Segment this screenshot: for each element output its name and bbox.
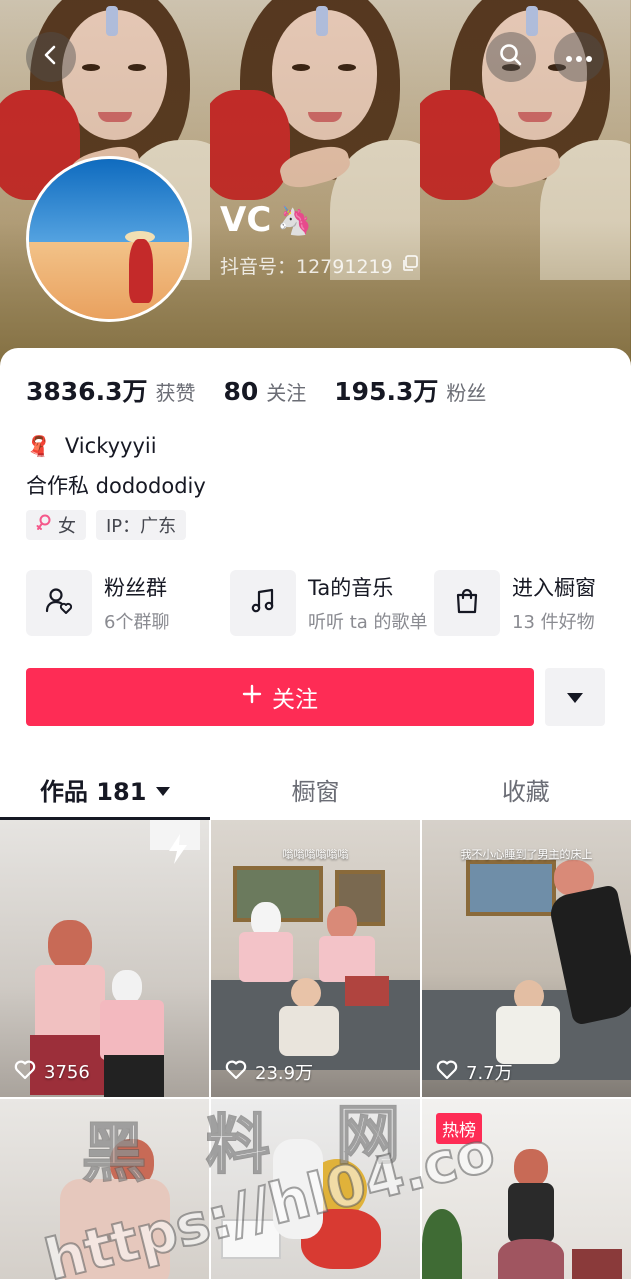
video-grid: 3756 嗡嗡嗡嗡嗡嗡 23.9万 我不小心睡到了男主的床上 7.7万 热榜 (0, 820, 631, 1280)
profile-tags: 女 IP：广东 (26, 510, 187, 540)
heart-outline-icon (436, 1060, 458, 1085)
profile-tabs: 作品 181 橱窗 收藏 (0, 758, 631, 820)
gender-text: 女 (58, 516, 76, 537)
bio-line: 🧣 Vickyyyii (26, 434, 157, 458)
female-icon (36, 514, 52, 537)
tab-label: 作品 181 (39, 777, 147, 806)
tab-works[interactable]: 作品 181 (0, 758, 211, 820)
caret-down-icon (567, 688, 583, 707)
feature-row: 粉丝群 6个群聊 Ta的音乐 听听 ta 的歌单 进入橱窗 13 件好物 (26, 570, 631, 636)
video-thumbnail[interactable]: 嗡嗡嗡嗡嗡嗡 23.9万 (211, 820, 420, 1097)
feature-subtitle: 听听 ta 的歌单 (308, 612, 428, 633)
search-icon (498, 42, 524, 72)
likes-count: 3836.3万 (26, 377, 148, 406)
more-options-button[interactable] (554, 32, 604, 82)
following-count[interactable]: 80 (223, 377, 258, 406)
music-entry[interactable]: Ta的音乐 听听 ta 的歌单 (230, 570, 434, 636)
plus-icon (242, 684, 262, 710)
search-button[interactable] (486, 32, 536, 82)
gender-tag: 女 (26, 510, 86, 540)
profile-name: VC 🦄 (220, 200, 312, 240)
stats-row: 3836.3万 获赞 80 关注 195.3万 粉丝 (26, 372, 514, 408)
shopping-bag-icon (452, 586, 482, 620)
bio-line: 合作私 dodododiy (26, 474, 206, 498)
likes-count-text: 23.9万 (255, 1063, 314, 1084)
follow-label: 关注 (272, 687, 318, 713)
chevron-left-icon (39, 43, 63, 71)
video-thumbnail[interactable] (0, 1099, 209, 1279)
feature-title: 进入橱窗 (512, 576, 596, 600)
avatar[interactable] (26, 156, 192, 322)
bio-text: Vickyyyii (64, 434, 157, 458)
douyin-id-text: 抖音号：12791219 (220, 256, 393, 278)
video-thumbnail[interactable]: 3756 (0, 820, 209, 1097)
video-likes: 23.9万 (225, 1059, 313, 1085)
heart-outline-icon (14, 1060, 36, 1085)
hot-list-badge: 热榜 (436, 1113, 482, 1144)
tab-shop-window[interactable]: 橱窗 (210, 758, 420, 820)
tab-label: 收藏 (501, 777, 550, 806)
video-caption: 嗡嗡嗡嗡嗡嗡 (282, 848, 349, 861)
following-label[interactable]: 关注 (266, 377, 306, 406)
follow-button[interactable]: 关注 (26, 668, 534, 726)
fan-group-icon (44, 586, 74, 620)
video-thumbnail[interactable]: 热榜 (422, 1099, 631, 1279)
video-thumbnail[interactable] (211, 1099, 420, 1279)
ip-location-tag: IP：广东 (96, 510, 187, 540)
back-button[interactable] (26, 32, 76, 82)
shop-window-entry[interactable]: 进入橱窗 13 件好物 (434, 570, 631, 636)
feature-title: Ta的音乐 (308, 576, 394, 600)
likes-label: 获赞 (155, 381, 196, 405)
music-note-icon (248, 586, 278, 620)
followers-label[interactable]: 粉丝 (446, 377, 486, 406)
profile-name-text: VC (220, 200, 272, 240)
likes-count-text: 7.7万 (466, 1063, 513, 1084)
tab-label: 橱窗 (291, 777, 340, 806)
heart-outline-icon (225, 1060, 247, 1085)
tab-favorites[interactable]: 收藏 (421, 758, 631, 820)
video-thumbnail[interactable]: 我不小心睡到了男主的床上 7.7万 (422, 820, 631, 1097)
caret-down-icon[interactable] (156, 775, 171, 803)
recommend-dropdown-button[interactable] (545, 668, 605, 726)
unicorn-emoji-icon: 🦄 (277, 203, 313, 237)
video-caption: 我不小心睡到了男主的床上 (460, 848, 593, 861)
followers-count[interactable]: 195.3万 (334, 372, 438, 408)
copy-icon[interactable] (401, 254, 419, 277)
feature-subtitle: 6个群聊 (104, 612, 170, 633)
feature-title: 粉丝群 (104, 576, 167, 600)
ellipsis-icon (565, 48, 593, 67)
feature-subtitle: 13 件好物 (512, 612, 595, 633)
video-likes: 3756 (14, 1060, 90, 1085)
video-likes: 7.7万 (436, 1059, 513, 1085)
fan-group-entry[interactable]: 粉丝群 6个群聊 (26, 570, 230, 636)
douyin-id[interactable]: 抖音号：12791219 (220, 252, 419, 279)
scarf-emoji-icon: 🧣 (26, 434, 51, 458)
likes-count-text: 3756 (44, 1062, 90, 1083)
pinned-bolt-icon (167, 834, 189, 868)
